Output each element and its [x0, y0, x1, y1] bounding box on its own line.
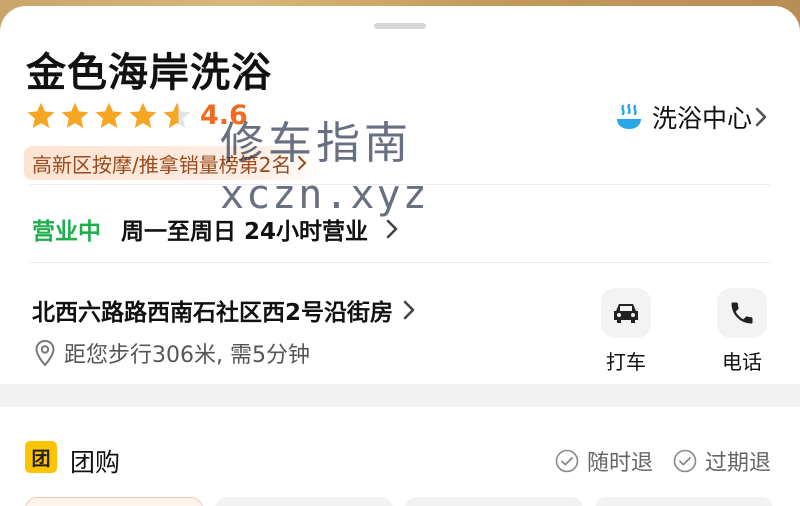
- refund-expired-label: 过期退: [705, 451, 772, 476]
- taxi-label: 打车: [606, 350, 646, 374]
- refund-expired-policy: 过期退: [673, 445, 771, 477]
- drag-handle[interactable]: [374, 23, 426, 29]
- distance-row: 距您步行306米, 需5分钟: [32, 337, 310, 369]
- divider: [30, 184, 770, 185]
- taxi-button[interactable]: 打车: [596, 288, 656, 375]
- group-buy-tab[interactable]: [215, 497, 393, 506]
- group-buy-tab[interactable]: [25, 497, 203, 506]
- car-icon: [614, 304, 638, 323]
- rating-score: 4.6: [200, 100, 248, 131]
- distance-text: 距您步行306米, 需5分钟: [64, 343, 310, 368]
- business-hours-row[interactable]: 营业中 周一至周日 24小时营业: [32, 212, 400, 246]
- refund-anytime-label: 随时退: [587, 451, 654, 476]
- group-buy-title: 团购: [70, 448, 121, 477]
- address-row[interactable]: 北西六路路西南石社区西2号沿街房: [32, 293, 417, 327]
- shop-info-card: 金色海岸洗浴 4.6 洗浴中心 高新区按摩/推拿销量榜第2名 修车指南 xczn…: [0, 6, 800, 384]
- rating-stars: [25, 100, 195, 132]
- phone-button[interactable]: 电话: [712, 288, 772, 375]
- rank-badge-label: 高新区按摩/推拿销量榜第2名: [32, 152, 292, 177]
- category-label: 洗浴中心: [651, 104, 752, 133]
- taxi-icon-container: [601, 288, 651, 338]
- category-link[interactable]: 洗浴中心: [614, 100, 770, 134]
- group-buy-tab[interactable]: [405, 497, 583, 506]
- hot-spring-icon: [616, 103, 641, 129]
- star-icon: [95, 102, 123, 128]
- chevron-right-icon: [403, 300, 415, 320]
- half-star-icon: [163, 102, 191, 128]
- address-text: 北西六路路西南石社区西2号沿街房: [32, 300, 394, 326]
- check-circle-icon: [555, 449, 579, 473]
- open-status: 营业中: [32, 219, 101, 245]
- star-icon: [27, 102, 55, 128]
- refund-anytime-policy: 随时退: [555, 445, 653, 477]
- group-buy-tab[interactable]: [595, 497, 773, 506]
- hours-text: 周一至周日 24小时营业: [121, 219, 369, 245]
- rank-badge[interactable]: 高新区按摩/推拿销量榜第2名: [24, 146, 322, 180]
- phone-label: 电话: [722, 350, 762, 374]
- shop-name: 金色海岸洗浴: [26, 50, 272, 96]
- location-pin-icon: [35, 339, 55, 367]
- phone-icon: [731, 302, 753, 324]
- group-buy-badge: 团: [25, 441, 57, 473]
- phone-icon-container: [717, 288, 767, 338]
- chevron-right-icon: [298, 156, 307, 170]
- chevron-right-icon: [386, 219, 398, 239]
- group-buy-section: 团 团购 随时退 过期退: [0, 407, 800, 506]
- group-buy-tabs: [25, 497, 785, 506]
- check-circle-icon: [673, 449, 697, 473]
- star-icon: [129, 102, 157, 128]
- star-icon: [61, 102, 89, 128]
- divider: [30, 262, 770, 263]
- chevron-right-icon: [755, 107, 767, 127]
